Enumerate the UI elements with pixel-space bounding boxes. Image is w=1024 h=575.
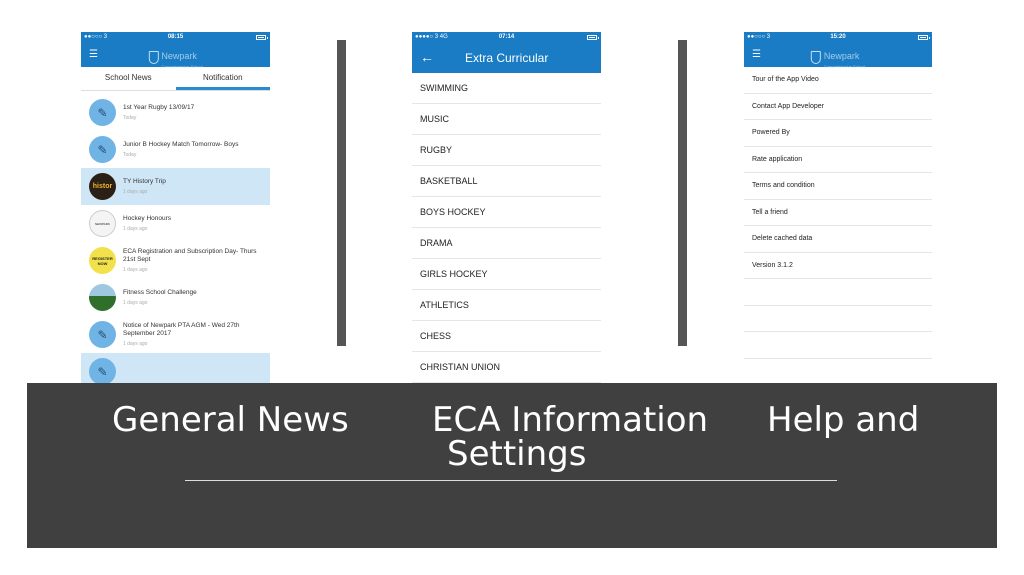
caption-banner: General News ECA Information Help and Se… xyxy=(27,383,997,548)
help-settings-screenshot: ●●○○○ 3 15:20 ☰ Newpark Comprehensive Sch… xyxy=(744,32,932,384)
app-header: ☰ Newpark Comprehensive School xyxy=(81,43,270,69)
help-item-tour-video[interactable]: Tour of the App Video xyxy=(744,67,932,94)
caption-help-and: Help and xyxy=(767,400,920,440)
news-title: Hockey Honours xyxy=(123,214,172,222)
thumbnail-text: REGISTER NOW xyxy=(92,255,113,266)
school-logo: Newpark Comprehensive School xyxy=(810,46,866,69)
news-item[interactable]: REGISTER NOW ECA Registration and Subscr… xyxy=(81,242,270,279)
news-item[interactable]: histor TY History Trip 1 days ago xyxy=(81,168,270,205)
help-item-delete-cache[interactable]: Delete cached data xyxy=(744,226,932,253)
field-thumbnail xyxy=(89,284,116,311)
help-item-terms[interactable]: Terms and condition xyxy=(744,173,932,200)
tab-school-news[interactable]: School News xyxy=(81,67,176,90)
general-news-screenshot: ●●○○○ 3 08:15 ☰ Newpark Comprehensive Sch… xyxy=(81,32,270,384)
help-item-tell-friend[interactable]: Tell a friend xyxy=(744,200,932,226)
news-item[interactable]: ✎ Notice of Newpark PTA AGM - Wed 27th S… xyxy=(81,316,270,353)
page-title: Extra Curricular xyxy=(465,51,549,65)
eca-screenshot: ●●●●○ 3 4G 07:14 ← Extra Curricular SWIM… xyxy=(412,32,601,384)
eca-item[interactable]: MUSIC xyxy=(412,104,601,135)
status-time: 07:14 xyxy=(498,34,515,40)
logo-title: Newpark xyxy=(823,51,860,61)
app-header: ☰ Newpark Comprehensive School xyxy=(744,43,932,69)
eca-item[interactable]: CHESS xyxy=(412,321,601,352)
status-time: 15:20 xyxy=(830,34,846,40)
news-tabs: School News Notification xyxy=(81,67,270,91)
eca-item[interactable]: GIRLS HOCKEY xyxy=(412,259,601,290)
history-thumbnail: histor xyxy=(89,173,116,200)
news-item-partial[interactable]: ✎ xyxy=(81,353,270,384)
hamburger-menu-icon[interactable]: ☰ xyxy=(752,50,761,60)
logo-title: Newpark xyxy=(161,51,197,61)
help-item-version: Version 3.1.2 xyxy=(744,253,932,279)
register-thumbnail: REGISTER NOW xyxy=(89,247,116,274)
caption-general-news: General News xyxy=(112,400,349,440)
logo-subtitle: Comprehensive School xyxy=(823,64,866,69)
help-list: Tour of the App Video Contact App Develo… xyxy=(744,67,932,359)
eca-item[interactable]: ATHLETICS xyxy=(412,290,601,321)
news-list: ✎ 1st Year Rugby 13/09/17 Today ✎ Junior … xyxy=(81,94,270,384)
news-item[interactable]: ✎ Junior B Hockey Match Tomorrow- Boys To… xyxy=(81,131,270,168)
news-title: TY History Trip xyxy=(123,177,166,185)
news-title: Notice of Newpark PTA AGM - Wed 27th Sep… xyxy=(123,321,240,337)
status-bar: ●●●●○ 3 4G 07:14 xyxy=(412,32,601,43)
eca-item[interactable]: DRAMA xyxy=(412,228,601,259)
news-title: Fitness School Challenge xyxy=(123,288,197,296)
news-date: Today xyxy=(123,151,137,158)
battery-icon xyxy=(587,35,599,40)
eca-item[interactable]: BASKETBALL xyxy=(412,166,601,197)
divider-bar xyxy=(337,40,346,346)
status-time: 08:15 xyxy=(167,34,184,40)
news-date: 1 days ago xyxy=(123,266,148,273)
empty-row xyxy=(744,332,932,359)
status-bar: ●●○○○ 3 08:15 xyxy=(81,32,270,43)
back-arrow-icon[interactable]: ← xyxy=(420,49,434,65)
news-date: Today xyxy=(123,114,137,121)
hamburger-menu-icon[interactable]: ☰ xyxy=(89,50,98,60)
hockey-thumbnail: NEWPARK xyxy=(89,210,116,237)
pen-icon: ✎ xyxy=(89,136,116,163)
empty-row xyxy=(744,306,932,332)
news-date: 1 days ago xyxy=(123,225,148,232)
empty-row xyxy=(744,279,932,306)
battery-icon xyxy=(918,35,930,40)
eca-item[interactable]: CHRISTIAN UNION xyxy=(412,352,601,383)
status-bar: ●●○○○ 3 15:20 xyxy=(744,32,932,43)
pen-icon: ✎ xyxy=(89,321,116,348)
news-item[interactable]: NEWPARK Hockey Honours 1 days ago xyxy=(81,205,270,242)
news-title: Junior B Hockey Match Tomorrow- Boys xyxy=(123,140,239,148)
battery-icon xyxy=(256,35,268,40)
thumbnail-text: NEWPARK xyxy=(95,221,110,226)
shield-icon xyxy=(810,51,821,64)
help-item-powered-by[interactable]: Powered By xyxy=(744,120,932,147)
pen-icon: ✎ xyxy=(89,99,116,126)
pen-icon: ✎ xyxy=(89,358,116,384)
eca-item[interactable]: RUGBY xyxy=(412,135,601,166)
news-date: 1 days ago xyxy=(123,340,148,347)
news-item[interactable]: Fitness School Challenge 1 days ago xyxy=(81,279,270,316)
help-item-contact-developer[interactable]: Contact App Developer xyxy=(744,94,932,120)
news-item[interactable]: ✎ 1st Year Rugby 13/09/17 Today xyxy=(81,94,270,131)
tab-notification[interactable]: Notification xyxy=(175,67,270,90)
eca-item[interactable]: BOYS HOCKEY xyxy=(412,197,601,228)
app-header: ← Extra Curricular xyxy=(412,43,601,73)
shield-icon xyxy=(148,51,159,64)
help-item-rate-app[interactable]: Rate application xyxy=(744,147,932,173)
news-date: 1 days ago xyxy=(123,299,148,306)
eca-item[interactable]: SWIMMING xyxy=(412,73,601,104)
news-title: ECA Registration and Subscription Day- T… xyxy=(123,247,257,263)
caption-settings: Settings xyxy=(447,434,587,474)
logo-subtitle: Comprehensive School xyxy=(161,64,203,69)
caption-underline xyxy=(185,480,837,481)
school-logo: Newpark Comprehensive School xyxy=(148,46,203,69)
news-title: 1st Year Rugby 13/09/17 xyxy=(123,103,195,111)
news-date: 1 days ago xyxy=(123,188,148,195)
divider-bar xyxy=(678,40,687,346)
eca-list: SWIMMING MUSIC RUGBY BASKETBALL BOYS HOC… xyxy=(412,73,601,383)
